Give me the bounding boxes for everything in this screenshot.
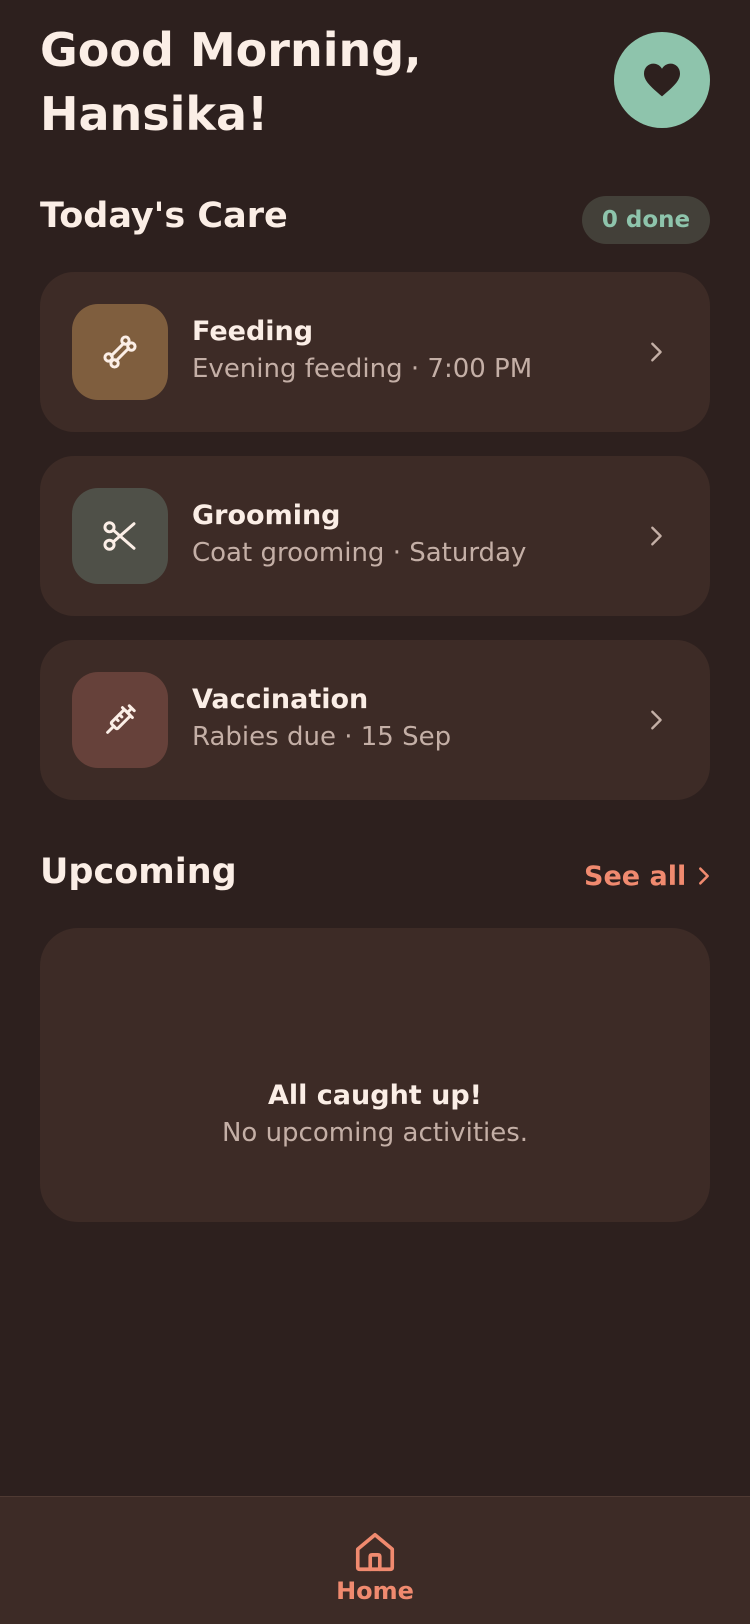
care-item-title: Vaccination [192, 684, 369, 715]
home-icon [355, 1532, 395, 1572]
chevron-right-icon [638, 702, 674, 738]
upcoming-empty-state: All caught up! No upcoming activities. [40, 928, 710, 1222]
favorite-button[interactable] [614, 32, 710, 128]
upcoming-title: Upcoming [40, 852, 237, 892]
care-item-vaccination[interactable]: Vaccination Rabies due · 15 Sep [40, 640, 710, 800]
nav-item-home[interactable]: Home [325, 1529, 425, 1624]
feeding-icon-tile [72, 304, 168, 400]
grooming-icon-tile [72, 488, 168, 584]
chevron-right-icon [699, 867, 710, 885]
chevron-right-icon [638, 518, 674, 554]
see-all-link[interactable]: See all [584, 856, 712, 896]
bottom-navigation: Home [0, 1496, 750, 1624]
scissors-icon [103, 521, 136, 551]
see-all-label: See all [584, 860, 687, 892]
vaccination-icon-tile [72, 672, 168, 768]
nav-home-label: Home [336, 1577, 414, 1605]
greeting-title: Good Morning, Hansika! [40, 23, 422, 141]
syringe-icon [106, 704, 136, 734]
care-item-title: Feeding [192, 316, 314, 347]
todays-care-title: Today's Care [40, 196, 288, 236]
care-item-subtitle: Coat grooming · Saturday [192, 538, 527, 568]
done-count-badge: 0 done [582, 196, 710, 244]
empty-state-title: All caught up! [268, 1080, 482, 1111]
bone-icon [103, 335, 137, 369]
care-item-feeding[interactable]: Feeding Evening feeding · 7:00 PM [40, 272, 710, 432]
home-screen: Good Morning, Hansika! Today's Care 0 do… [0, 0, 750, 1624]
heart-icon [644, 63, 680, 97]
care-item-subtitle: Evening feeding · 7:00 PM [192, 354, 533, 384]
care-item-subtitle: Rabies due · 15 Sep [192, 722, 452, 752]
care-item-grooming[interactable]: Grooming Coat grooming · Saturday [40, 456, 710, 616]
care-item-title: Grooming [192, 500, 341, 531]
chevron-right-icon [638, 334, 674, 370]
empty-state-subtitle: No upcoming activities. [221, 1118, 529, 1148]
